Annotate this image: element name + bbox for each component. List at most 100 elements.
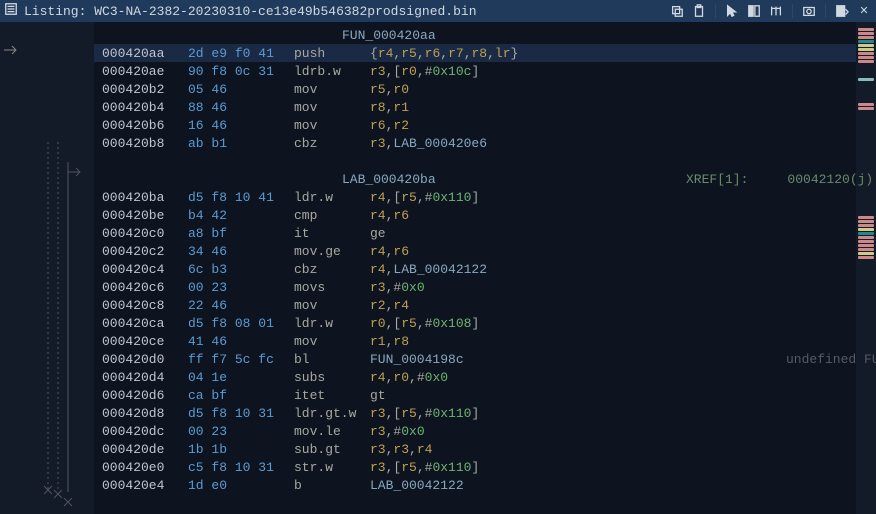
bytes: 1b 1b <box>188 442 294 457</box>
bytes: 04 1e <box>188 370 294 385</box>
address: 000420b6 <box>102 118 188 133</box>
listing-row[interactable]: 000420aa2d e9 f0 41push{r4,r5,r6,r7,r8,l… <box>94 44 856 62</box>
listing-row[interactable]: 000420d0ff f7 5c fcblFUN_0004198cundefin… <box>94 350 856 368</box>
paste-icon[interactable] <box>691 3 707 19</box>
mnemonic: ldr.gt.w <box>294 406 370 421</box>
mnemonic: cbz <box>294 262 370 277</box>
listing-row[interactable]: 000420b488 46 movr8,r1 <box>94 98 856 116</box>
minimap-mark <box>858 111 874 117</box>
bytes: b4 42 <box>188 208 294 223</box>
mnemonic: b <box>294 478 370 493</box>
mnemonic: mov <box>294 334 370 349</box>
mnemonic: itet <box>294 388 370 403</box>
listing-row[interactable]: 000420c822 46 movr2,r4 <box>94 296 856 314</box>
minimap-mark <box>858 248 874 251</box>
listing-row[interactable]: 000420c46c b3 cbzr4,LAB_00042122 <box>94 260 856 278</box>
bytes: 2d e9 f0 41 <box>188 46 294 61</box>
minimap-mark <box>858 96 874 102</box>
address: 000420b8 <box>102 136 188 151</box>
listing-row[interactable]: 000420beb4 42 cmpr4,r6 <box>94 206 856 224</box>
address: 000420d6 <box>102 388 188 403</box>
mnemonic: ldr.w <box>294 190 370 205</box>
menu-icon[interactable] <box>834 3 850 19</box>
listing-row[interactable]: 000420e41d e0 bLAB_00042122 <box>94 476 856 494</box>
operands: ge <box>370 226 386 241</box>
listing-row[interactable]: 000420e0c5 f8 10 31str.wr3,[r5,#0x110] <box>94 458 856 476</box>
copy-icon[interactable] <box>669 3 685 19</box>
operands: r3,[r5,#0x110] <box>370 460 479 475</box>
operands: r3,[r5,#0x110] <box>370 406 479 421</box>
minimap-mark <box>858 32 874 35</box>
address: 000420ae <box>102 64 188 79</box>
minimap-mark <box>858 118 874 124</box>
bytes: 6c b3 <box>188 262 294 277</box>
address: 000420dc <box>102 424 188 439</box>
mnemonic: mov <box>294 100 370 115</box>
operands: r3,[r0,#0x10c] <box>370 64 479 79</box>
close-icon[interactable]: ✕ <box>856 3 872 19</box>
mnemonic: push <box>294 46 370 61</box>
xref[interactable]: XREF[1]: 00042120(j) <box>686 172 873 187</box>
listing-row[interactable]: 000420ce41 46 movr1,r8 <box>94 332 856 350</box>
minimap-mark <box>858 252 874 255</box>
toggle-panel-icon[interactable] <box>746 3 762 19</box>
minimap-mark <box>858 78 874 81</box>
listing-row[interactable]: 000420b616 46 movr6,r2 <box>94 116 856 134</box>
listing-row[interactable]: 000420bad5 f8 10 41ldr.wr4,[r5,#0x110] <box>94 188 856 206</box>
minimap-mark <box>858 209 874 215</box>
operands: LAB_00042122 <box>370 478 464 493</box>
listing-row[interactable]: 000420d6ca bf itetgt <box>94 386 856 404</box>
listing-row[interactable]: 000420dc00 23 mov.ler3,#0x0 <box>94 422 856 440</box>
address: 000420aa <box>102 46 188 61</box>
side-comment: undefined FUN_0 <box>786 352 876 367</box>
minimap-mark <box>858 82 874 88</box>
listing-row[interactable]: 000420c234 46 mov.ger4,r6 <box>94 242 856 260</box>
bytes: 16 46 <box>188 118 294 133</box>
minimap-mark <box>858 107 874 110</box>
snapshot-icon[interactable] <box>801 3 817 19</box>
listing-row[interactable]: 000420b8ab b1 cbzr3,LAB_000420e6 <box>94 134 856 152</box>
bytes: d5 f8 10 41 <box>188 190 294 205</box>
listing-row[interactable]: 000420de1b 1b sub.gtr3,r3,r4 <box>94 440 856 458</box>
mnemonic: ldrb.w <box>294 64 370 79</box>
address: 000420b2 <box>102 82 188 97</box>
minimap-mark <box>858 188 874 194</box>
listing-row[interactable]: 000420ae90 f8 0c 31ldrb.wr3,[r0,#0x10c] <box>94 62 856 80</box>
minimap-mark <box>858 146 874 152</box>
listing-row[interactable]: FUN_000420aa <box>94 26 856 44</box>
minimap-mark <box>858 44 874 47</box>
minimap-mark <box>858 60 874 63</box>
operands: r4,[r5,#0x110] <box>370 190 479 205</box>
function-header: FUN_000420aa <box>102 28 436 43</box>
listing-row[interactable]: 000420cad5 f8 08 01ldr.wr0,[r5,#0x108] <box>94 314 856 332</box>
listing-row[interactable]: 000420c0a8 bf itge <box>94 224 856 242</box>
overview-ruler[interactable] <box>856 22 876 514</box>
minimap-mark <box>858 256 874 259</box>
operands: r6,r2 <box>370 118 409 133</box>
minimap-mark <box>858 89 874 95</box>
bytes: 05 46 <box>188 82 294 97</box>
address: 000420d8 <box>102 406 188 421</box>
cursor-icon[interactable] <box>724 3 740 19</box>
address: 000420e0 <box>102 460 188 475</box>
bytes: 41 46 <box>188 334 294 349</box>
listing-row[interactable] <box>94 152 856 170</box>
bytes: 90 f8 0c 31 <box>188 64 294 79</box>
titlebar: Listing: WC3-NA-2382-20230310-ce13e49b54… <box>0 0 876 22</box>
listing-row[interactable]: 000420d404 1e subsr4,r0,#0x0 <box>94 368 856 386</box>
minimap-mark <box>858 220 874 223</box>
listing-view[interactable]: FUN_000420aa000420aa2d e9 f0 41push{r4,r… <box>94 22 856 514</box>
bytes: ab b1 <box>188 136 294 151</box>
minimap-mark <box>858 28 874 31</box>
minimap-mark <box>858 228 874 231</box>
listing-row[interactable]: LAB_000420baXREF[1]: 00042120(j) <box>94 170 856 188</box>
listing-row[interactable]: 000420c600 23 movsr3,#0x0 <box>94 278 856 296</box>
minimap-mark <box>858 240 874 243</box>
listing-row[interactable]: 000420d8d5 f8 10 31ldr.gt.wr3,[r5,#0x110… <box>94 404 856 422</box>
minimap-mark <box>858 64 874 70</box>
address: 000420be <box>102 208 188 223</box>
control-flow-lines <box>44 142 84 504</box>
address: 000420ba <box>102 190 188 205</box>
fields-icon[interactable] <box>768 3 784 19</box>
listing-row[interactable]: 000420b205 46 movr5,r0 <box>94 80 856 98</box>
